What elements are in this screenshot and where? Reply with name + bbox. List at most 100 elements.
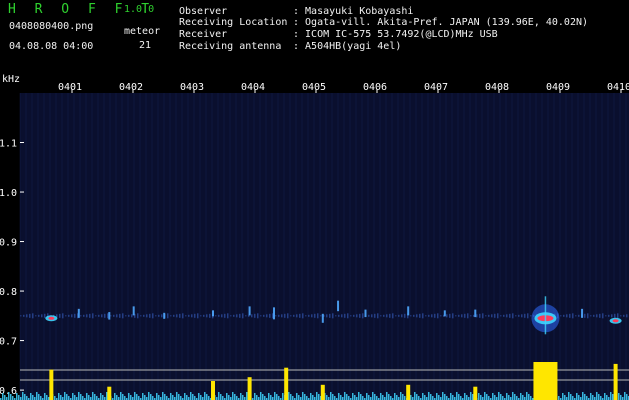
noise-bar [270, 395, 272, 400]
signal-bar [247, 377, 252, 400]
echo-noise [155, 315, 157, 317]
noise-bar [388, 394, 390, 400]
noise-bar [512, 392, 514, 400]
echo-noise [383, 314, 385, 317]
echo-noise [62, 313, 64, 319]
noise-bar [282, 393, 284, 400]
noise-bar [170, 393, 172, 400]
noise-bar [304, 394, 306, 400]
echo-noise [470, 315, 472, 317]
noise-bar [150, 394, 152, 400]
noise-bar [382, 395, 384, 400]
echo-noise [188, 314, 190, 317]
echo-noise [596, 314, 598, 318]
noise-bar [590, 393, 592, 400]
noise-bar [530, 396, 532, 400]
noise-bar [106, 392, 108, 400]
echo-noise [230, 315, 232, 317]
echo-noise [287, 313, 289, 319]
echo-noise [185, 315, 187, 317]
echo-noise [602, 313, 604, 319]
noise-bar [348, 396, 350, 400]
noise-bar [222, 396, 224, 400]
echo-noise [95, 315, 97, 317]
echo-noise [332, 313, 334, 319]
echo-noise [299, 313, 301, 318]
noise-bar [402, 394, 404, 400]
noise-bar [96, 396, 98, 400]
noise-bar [340, 395, 342, 400]
noise-bar [102, 395, 104, 400]
echo-peak [48, 316, 55, 320]
echo-noise [620, 315, 622, 317]
signal-bar [284, 367, 289, 400]
noise-bar [508, 395, 510, 400]
noise-bar [312, 395, 314, 400]
echo-noise [41, 314, 43, 318]
echo-noise [464, 313, 466, 318]
echo-noise [446, 314, 448, 318]
noise-bar [100, 393, 102, 400]
signal-bar [320, 384, 325, 400]
echo-noise [98, 314, 100, 317]
signal-bar [533, 362, 558, 400]
echo-noise [350, 315, 352, 317]
noise-bar [290, 394, 292, 400]
noise-bar [158, 395, 160, 400]
noise-bar [396, 395, 398, 400]
noise-bar [234, 394, 236, 400]
echo-noise [566, 314, 568, 318]
noise-bar [200, 395, 202, 400]
echo-noise [170, 315, 172, 317]
echo-noise [86, 314, 88, 318]
noise-bar [198, 393, 200, 400]
noise-bar [562, 393, 564, 400]
echo-noise [137, 313, 139, 319]
noise-bar [228, 395, 230, 400]
echo-trace [108, 312, 111, 320]
echo-noise [251, 314, 253, 318]
echo-noise [440, 315, 442, 317]
y-tick-label: 1.0 [0, 188, 17, 199]
noise-bar [430, 394, 432, 400]
echo-noise [590, 315, 592, 317]
noise-bar [598, 394, 600, 400]
echo-noise [26, 314, 28, 318]
noise-bar [310, 393, 312, 400]
noise-bar [184, 393, 186, 400]
echo-noise [611, 314, 613, 318]
echo-noise [587, 313, 589, 319]
echo-noise [218, 314, 220, 317]
echo-noise [434, 313, 436, 318]
noise-bar [64, 392, 66, 400]
noise-bar [302, 392, 304, 400]
echo-noise [617, 313, 619, 319]
noise-bar [428, 392, 430, 400]
noise-bar [72, 393, 74, 400]
echo-noise [74, 313, 76, 318]
noise-bar [624, 392, 626, 400]
noise-bar [92, 392, 94, 400]
echo-noise [125, 315, 127, 317]
echo-noise [560, 315, 562, 317]
noise-bar [564, 395, 566, 400]
echo-noise [203, 314, 205, 317]
echo-noise [425, 315, 427, 317]
echo-noise [371, 314, 373, 318]
echo-noise [623, 314, 625, 317]
noise-bar [60, 395, 62, 400]
echo-noise [449, 313, 451, 318]
echo-noise [104, 313, 106, 318]
noise-bar [4, 395, 6, 400]
echo-noise [296, 314, 298, 318]
noise-bar [180, 396, 182, 400]
noise-bar [68, 396, 70, 400]
noise-bar [522, 395, 524, 400]
noise-bar [138, 396, 140, 400]
echo-noise [506, 314, 508, 318]
x-tick-label: 0409 [546, 82, 570, 93]
noise-bar [240, 393, 242, 400]
echo-trace [212, 310, 214, 317]
signal-bar [613, 363, 618, 400]
noise-bar [612, 394, 614, 400]
